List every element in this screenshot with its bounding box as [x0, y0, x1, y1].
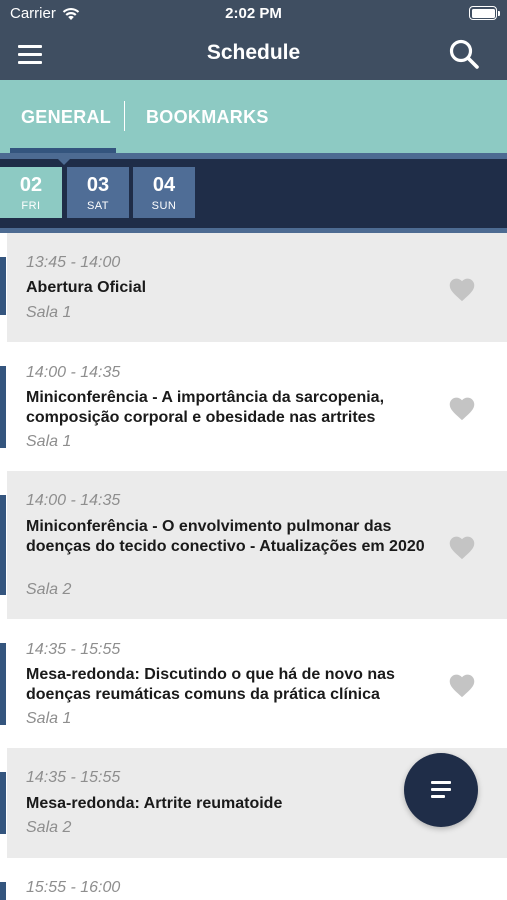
session-row[interactable]: 14:00 - 14:35 Miniconferência - O envolv… — [0, 471, 507, 619]
session-room: Sala 2 — [26, 819, 72, 836]
session-row[interactable]: 13:45 - 14:00 Abertura Oficial Sala 1 — [0, 233, 507, 342]
tab-pointer-caret — [57, 158, 71, 165]
session-accent-bar — [0, 882, 6, 900]
tab-general[interactable]: GENERAL — [21, 107, 111, 128]
session-title: Miniconferência - A importância da sarco… — [26, 389, 385, 426]
bookmark-heart-icon[interactable] — [447, 394, 477, 421]
session-row[interactable]: 14:35 - 15:55 Mesa-redonda: Discutindo o… — [0, 619, 507, 748]
session-title: Abertura Oficial — [26, 279, 147, 296]
day-number: 02 — [19, 174, 43, 196]
status-bar: Carrier 2:02 PM — [0, 0, 507, 28]
tab-divider — [124, 101, 125, 131]
session-title: Mesa-redonda: Artrite reumatoide — [26, 795, 283, 812]
session-title: Miniconferência - O envolvimento pulmona… — [26, 518, 425, 555]
day-weekday: SUN — [151, 200, 177, 212]
bookmark-heart-icon[interactable] — [447, 671, 477, 698]
session-accent-bar — [0, 495, 6, 595]
session-accent-bar — [0, 257, 6, 315]
day-weekday: SAT — [86, 200, 110, 212]
filter-list-icon — [431, 781, 451, 798]
session-time: 14:00 - 14:35 — [26, 364, 121, 381]
page-title: Schedule — [206, 41, 301, 64]
day-selector: 02 FRI 03 SAT 04 SUN — [0, 153, 507, 233]
day-tab-02[interactable]: 02 FRI — [0, 167, 62, 218]
session-time: 14:35 - 15:55 — [26, 769, 121, 786]
day-weekday: FRI — [21, 200, 41, 212]
session-accent-bar — [0, 643, 6, 725]
session-accent-bar — [0, 772, 6, 834]
day-tab-03[interactable]: 03 SAT — [67, 167, 129, 218]
bookmark-heart-icon[interactable] — [447, 275, 477, 302]
session-time: 13:45 - 14:00 — [26, 254, 121, 271]
session-room: Sala 2 — [26, 581, 72, 598]
session-room: Sala 1 — [26, 304, 72, 321]
day-number: 04 — [152, 174, 176, 196]
search-icon[interactable] — [447, 37, 481, 71]
session-time: 14:00 - 14:35 — [26, 492, 121, 509]
segment-tabs: GENERAL BOOKMARKS — [0, 80, 507, 153]
navigation-bar: Schedule — [0, 28, 507, 80]
session-time: 14:35 - 15:55 — [26, 641, 121, 658]
session-room: Sala 1 — [26, 710, 72, 727]
tab-bookmarks[interactable]: BOOKMARKS — [146, 107, 269, 128]
filter-fab-button[interactable] — [404, 753, 478, 827]
session-title: Mesa-redonda: Discutindo o que há de nov… — [26, 666, 395, 703]
session-accent-bar — [0, 366, 6, 448]
status-time: 2:02 PM — [225, 5, 282, 22]
day-number: 03 — [86, 174, 110, 196]
session-room: Sala 1 — [26, 433, 72, 450]
battery-icon — [469, 6, 500, 20]
bookmark-heart-icon[interactable] — [447, 533, 477, 560]
session-time: 15:55 - 16:00 — [26, 879, 121, 896]
session-row[interactable]: 14:00 - 14:35 Miniconferência - A import… — [0, 342, 507, 471]
day-selector-top-border — [0, 153, 507, 159]
session-row[interactable]: 15:55 - 16:00 — [0, 858, 507, 900]
day-tab-04[interactable]: 04 SUN — [133, 167, 195, 218]
